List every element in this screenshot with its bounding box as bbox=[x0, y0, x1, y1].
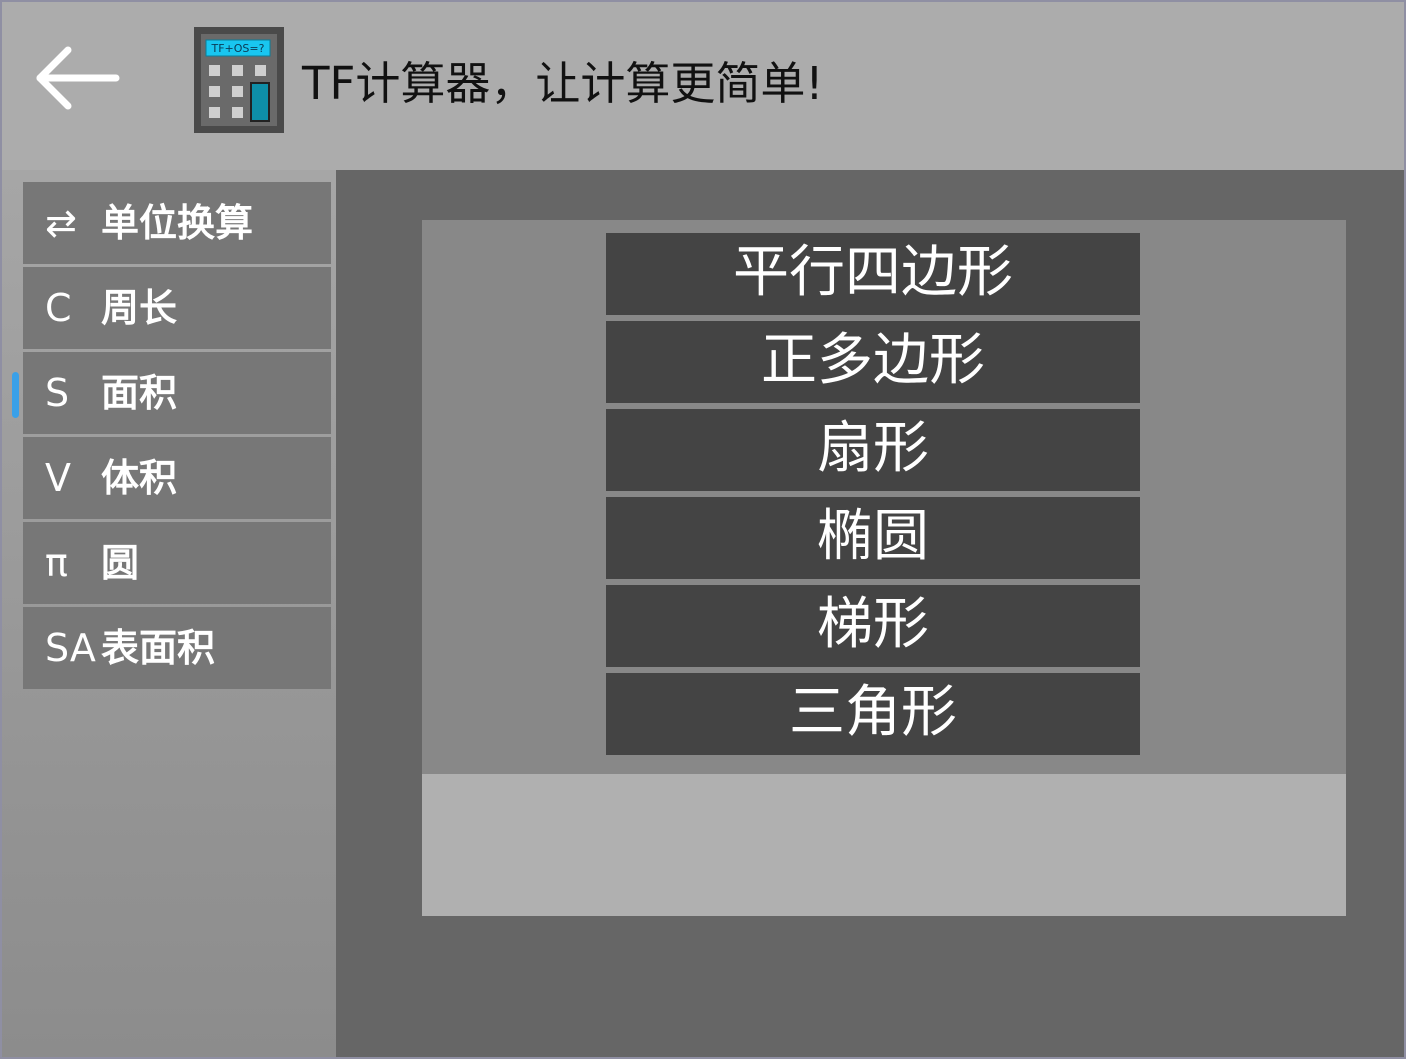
sidebar-item-label: 体积 bbox=[101, 456, 178, 500]
sidebar-item-perimeter[interactable]: C 周长 bbox=[23, 267, 331, 349]
sidebar-item-label: 周长 bbox=[101, 286, 178, 330]
app-title: TF计算器，让计算更简单! bbox=[302, 57, 824, 110]
app-header: TF+OS=? TF计算器，让计算更简单! bbox=[2, 2, 1404, 170]
area-s-icon: S bbox=[45, 371, 70, 415]
shape-button-parallelogram[interactable]: 平行四边形 bbox=[606, 233, 1140, 315]
sidebar-item-area[interactable]: S 面积 bbox=[12, 352, 331, 434]
app-window: TF+OS=? TF计算器，让计算更简单! ⇄ 单位换算 C 周长 S 面积 V… bbox=[0, 0, 1406, 1059]
pi-icon: π bbox=[45, 541, 68, 585]
calculator-logo-icon: TF+OS=? bbox=[194, 27, 284, 133]
sidebar-item-label: 圆 bbox=[101, 541, 140, 585]
arrow-left-icon bbox=[36, 46, 120, 110]
sidebar-item-circle[interactable]: π 圆 bbox=[23, 522, 331, 604]
sidebar-item-label: 表面积 bbox=[101, 626, 216, 670]
shape-button-sector[interactable]: 扇形 bbox=[606, 409, 1140, 491]
shape-list-panel: 平行四边形 正多边形 扇形 椭圆 梯形 三角形 bbox=[422, 220, 1346, 774]
logo-screen-text: TF+OS=? bbox=[211, 42, 265, 55]
sidebar-item-label: 单位换算 bbox=[101, 201, 254, 245]
result-panel bbox=[422, 774, 1346, 916]
sidebar-item-surface-area[interactable]: SA 表面积 bbox=[23, 607, 331, 689]
selection-indicator bbox=[12, 372, 19, 418]
perimeter-c-icon: C bbox=[45, 286, 72, 330]
surface-area-sa-icon: SA bbox=[45, 626, 96, 670]
sidebar-item-unit-conversion[interactable]: ⇄ 单位换算 bbox=[23, 182, 331, 264]
shape-button-ellipse[interactable]: 椭圆 bbox=[606, 497, 1140, 579]
shape-button-triangle[interactable]: 三角形 bbox=[606, 673, 1140, 755]
volume-v-icon: V bbox=[45, 456, 71, 500]
sidebar-item-volume[interactable]: V 体积 bbox=[23, 437, 331, 519]
back-button[interactable] bbox=[28, 40, 128, 116]
shape-button-regular-polygon[interactable]: 正多边形 bbox=[606, 321, 1140, 403]
sidebar-nav: ⇄ 单位换算 C 周长 S 面积 V 体积 π 圆 SA 表面积 bbox=[2, 170, 336, 1057]
swap-icon: ⇄ bbox=[45, 201, 77, 245]
main-content: 平行四边形 正多边形 扇形 椭圆 梯形 三角形 bbox=[336, 170, 1404, 1057]
sidebar-item-label: 面积 bbox=[101, 371, 178, 415]
shape-button-trapezoid[interactable]: 梯形 bbox=[606, 585, 1140, 667]
